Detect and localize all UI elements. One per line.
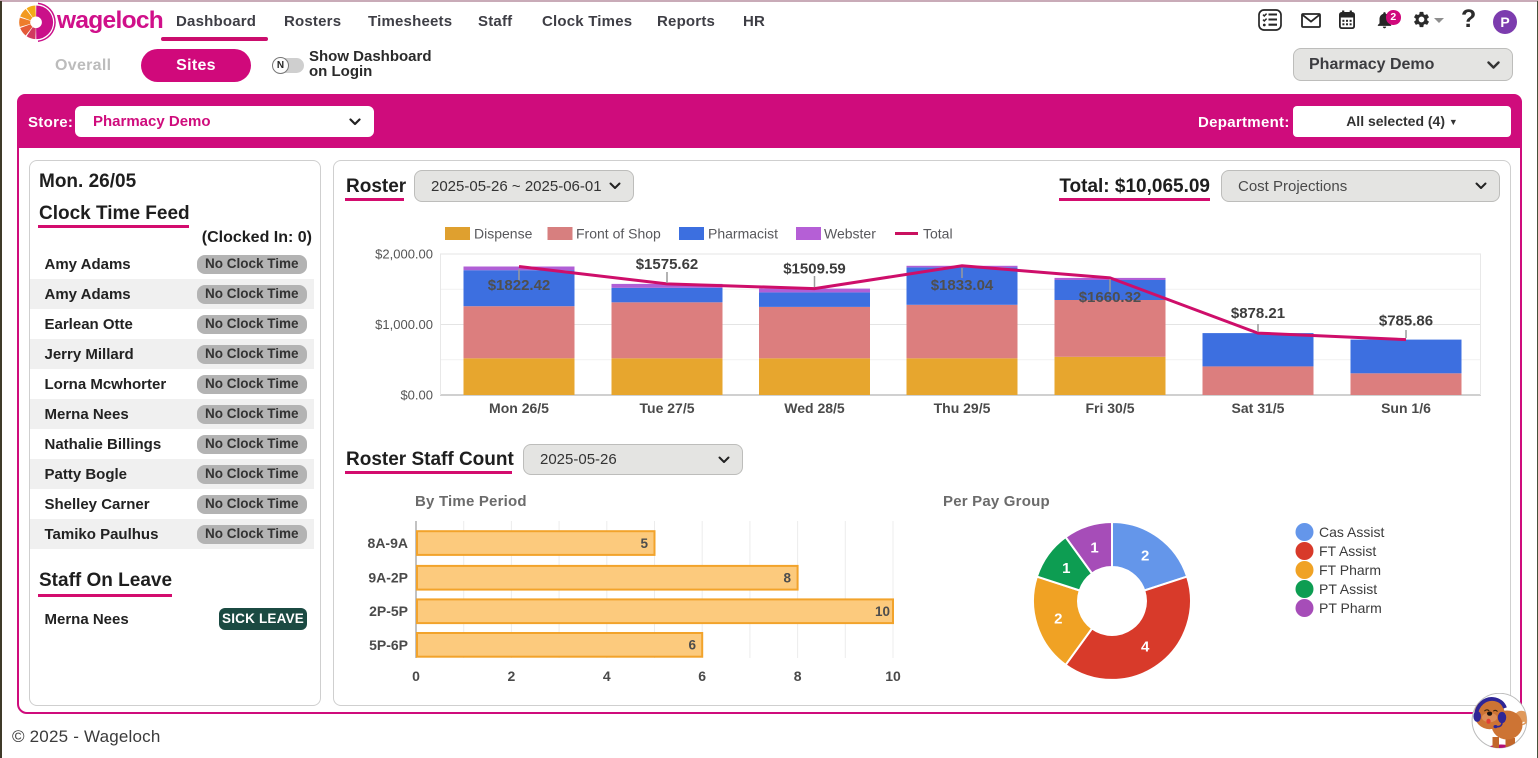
svg-text:Sat 31/5: Sat 31/5 — [1232, 400, 1285, 416]
svg-text:Mon 26/5: Mon 26/5 — [489, 400, 549, 416]
svg-text:2: 2 — [1054, 611, 1062, 628]
svg-text:10: 10 — [885, 668, 901, 684]
svg-text:Sun 1/6: Sun 1/6 — [1381, 400, 1431, 416]
svg-text:2: 2 — [508, 668, 516, 684]
svg-text:8A-9A: 8A-9A — [368, 535, 408, 551]
svg-text:0: 0 — [412, 668, 420, 684]
svg-text:Tue 27/5: Tue 27/5 — [640, 400, 695, 416]
svg-text:1: 1 — [1062, 560, 1070, 577]
svg-text:PT Pharm: PT Pharm — [1319, 600, 1382, 616]
svg-text:FT Pharm: FT Pharm — [1319, 562, 1381, 578]
svg-text:$1,000.00: $1,000.00 — [375, 317, 433, 332]
svg-text:5: 5 — [640, 536, 648, 551]
svg-text:5P-6P: 5P-6P — [369, 637, 408, 653]
svg-text:2P-5P: 2P-5P — [369, 603, 408, 619]
svg-text:Pharmacist: Pharmacist — [708, 226, 778, 242]
svg-text:$1575.62: $1575.62 — [636, 256, 699, 273]
svg-text:Cas Assist: Cas Assist — [1319, 524, 1384, 540]
svg-text:8: 8 — [794, 668, 802, 684]
svg-text:6: 6 — [688, 638, 696, 653]
svg-text:$1833.04: $1833.04 — [931, 277, 994, 294]
svg-text:2: 2 — [1141, 547, 1149, 564]
svg-text:$0.00: $0.00 — [400, 388, 433, 403]
svg-text:6: 6 — [698, 668, 706, 684]
svg-text:$2,000.00: $2,000.00 — [375, 247, 433, 262]
svg-text:Wed 28/5: Wed 28/5 — [784, 400, 845, 416]
svg-text:Dispense: Dispense — [474, 226, 533, 242]
svg-text:$1822.42: $1822.42 — [488, 277, 551, 294]
svg-text:1: 1 — [1090, 539, 1098, 556]
svg-text:Webster: Webster — [824, 226, 876, 242]
svg-text:$1660.32: $1660.32 — [1079, 289, 1142, 306]
svg-text:Fri 30/5: Fri 30/5 — [1085, 400, 1134, 416]
svg-text:Thu 29/5: Thu 29/5 — [934, 400, 991, 416]
svg-text:4: 4 — [603, 668, 611, 684]
svg-text:FT Assist: FT Assist — [1319, 543, 1376, 559]
svg-text:Front of Shop: Front of Shop — [576, 226, 661, 242]
svg-text:$878.21: $878.21 — [1231, 305, 1285, 322]
svg-text:4: 4 — [1141, 639, 1150, 656]
svg-text:9A-2P: 9A-2P — [368, 570, 408, 586]
svg-text:$1509.59: $1509.59 — [783, 261, 846, 278]
svg-text:8: 8 — [783, 571, 791, 586]
svg-text:Total: Total — [923, 226, 953, 242]
svg-text:$785.86: $785.86 — [1379, 313, 1433, 330]
svg-text:10: 10 — [875, 604, 890, 619]
svg-text:PT Assist: PT Assist — [1319, 581, 1377, 597]
